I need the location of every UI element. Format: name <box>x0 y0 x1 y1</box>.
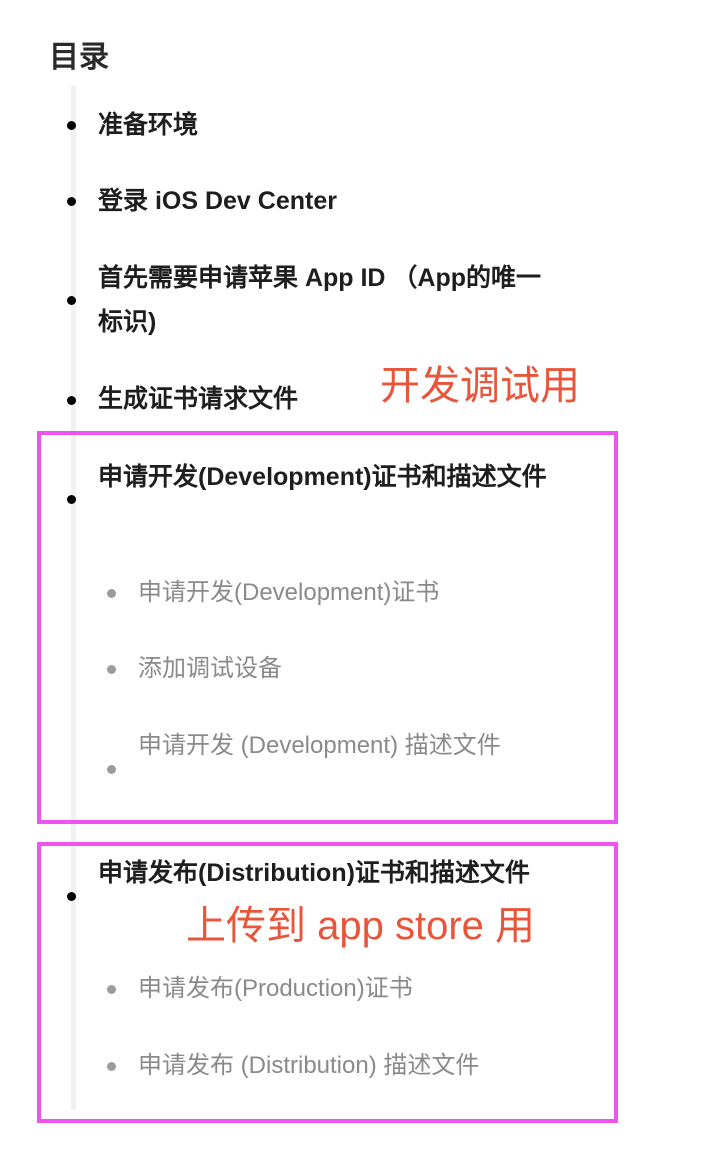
annotation-development: 开发调试用 <box>380 364 580 408</box>
toc-item-login-dev-center[interactable]: 登录 iOS Dev Center <box>98 179 548 223</box>
toc-sub-bullet <box>107 589 116 598</box>
toc-item-prepare-env[interactable]: 准备环境 <box>98 103 548 147</box>
toc-subitem-dist-profile[interactable]: 申请发布 (Distribution) 描述文件 <box>138 1044 548 1088</box>
toc-item-dev-cert-and-profile[interactable]: 申请开发(Development)证书和描述文件 <box>98 455 548 499</box>
toc-sub-bullet <box>107 985 116 994</box>
toc-item-dist-cert-and-profile[interactable]: 申请发布(Distribution)证书和描述文件 <box>98 851 548 895</box>
toc-title: 目录 <box>49 41 109 74</box>
toc-bullet <box>67 495 76 504</box>
toc-sub-bullet <box>107 1062 116 1071</box>
toc-subitem-add-debug-device[interactable]: 添加调试设备 <box>138 647 548 691</box>
toc-item-apply-app-id[interactable]: 首先需要申请苹果 App ID （App的唯一标识) <box>98 256 548 344</box>
toc-bullet <box>67 121 76 130</box>
toc-sub-bullet <box>107 665 116 674</box>
toc-subitem-production-cert[interactable]: 申请发布(Production)证书 <box>138 967 548 1011</box>
toc-subitem-dev-cert[interactable]: 申请开发(Development)证书 <box>138 571 548 615</box>
toc-subitem-dev-profile[interactable]: 申请开发 (Development) 描述文件 <box>138 724 548 768</box>
toc-bullet <box>67 892 76 901</box>
toc-bullet <box>67 296 76 305</box>
annotation-distribution: 上传到 app store 用 <box>186 904 536 948</box>
toc-bullet <box>67 396 76 405</box>
toc-sub-bullet <box>107 765 116 774</box>
toc-bullet <box>67 197 76 206</box>
